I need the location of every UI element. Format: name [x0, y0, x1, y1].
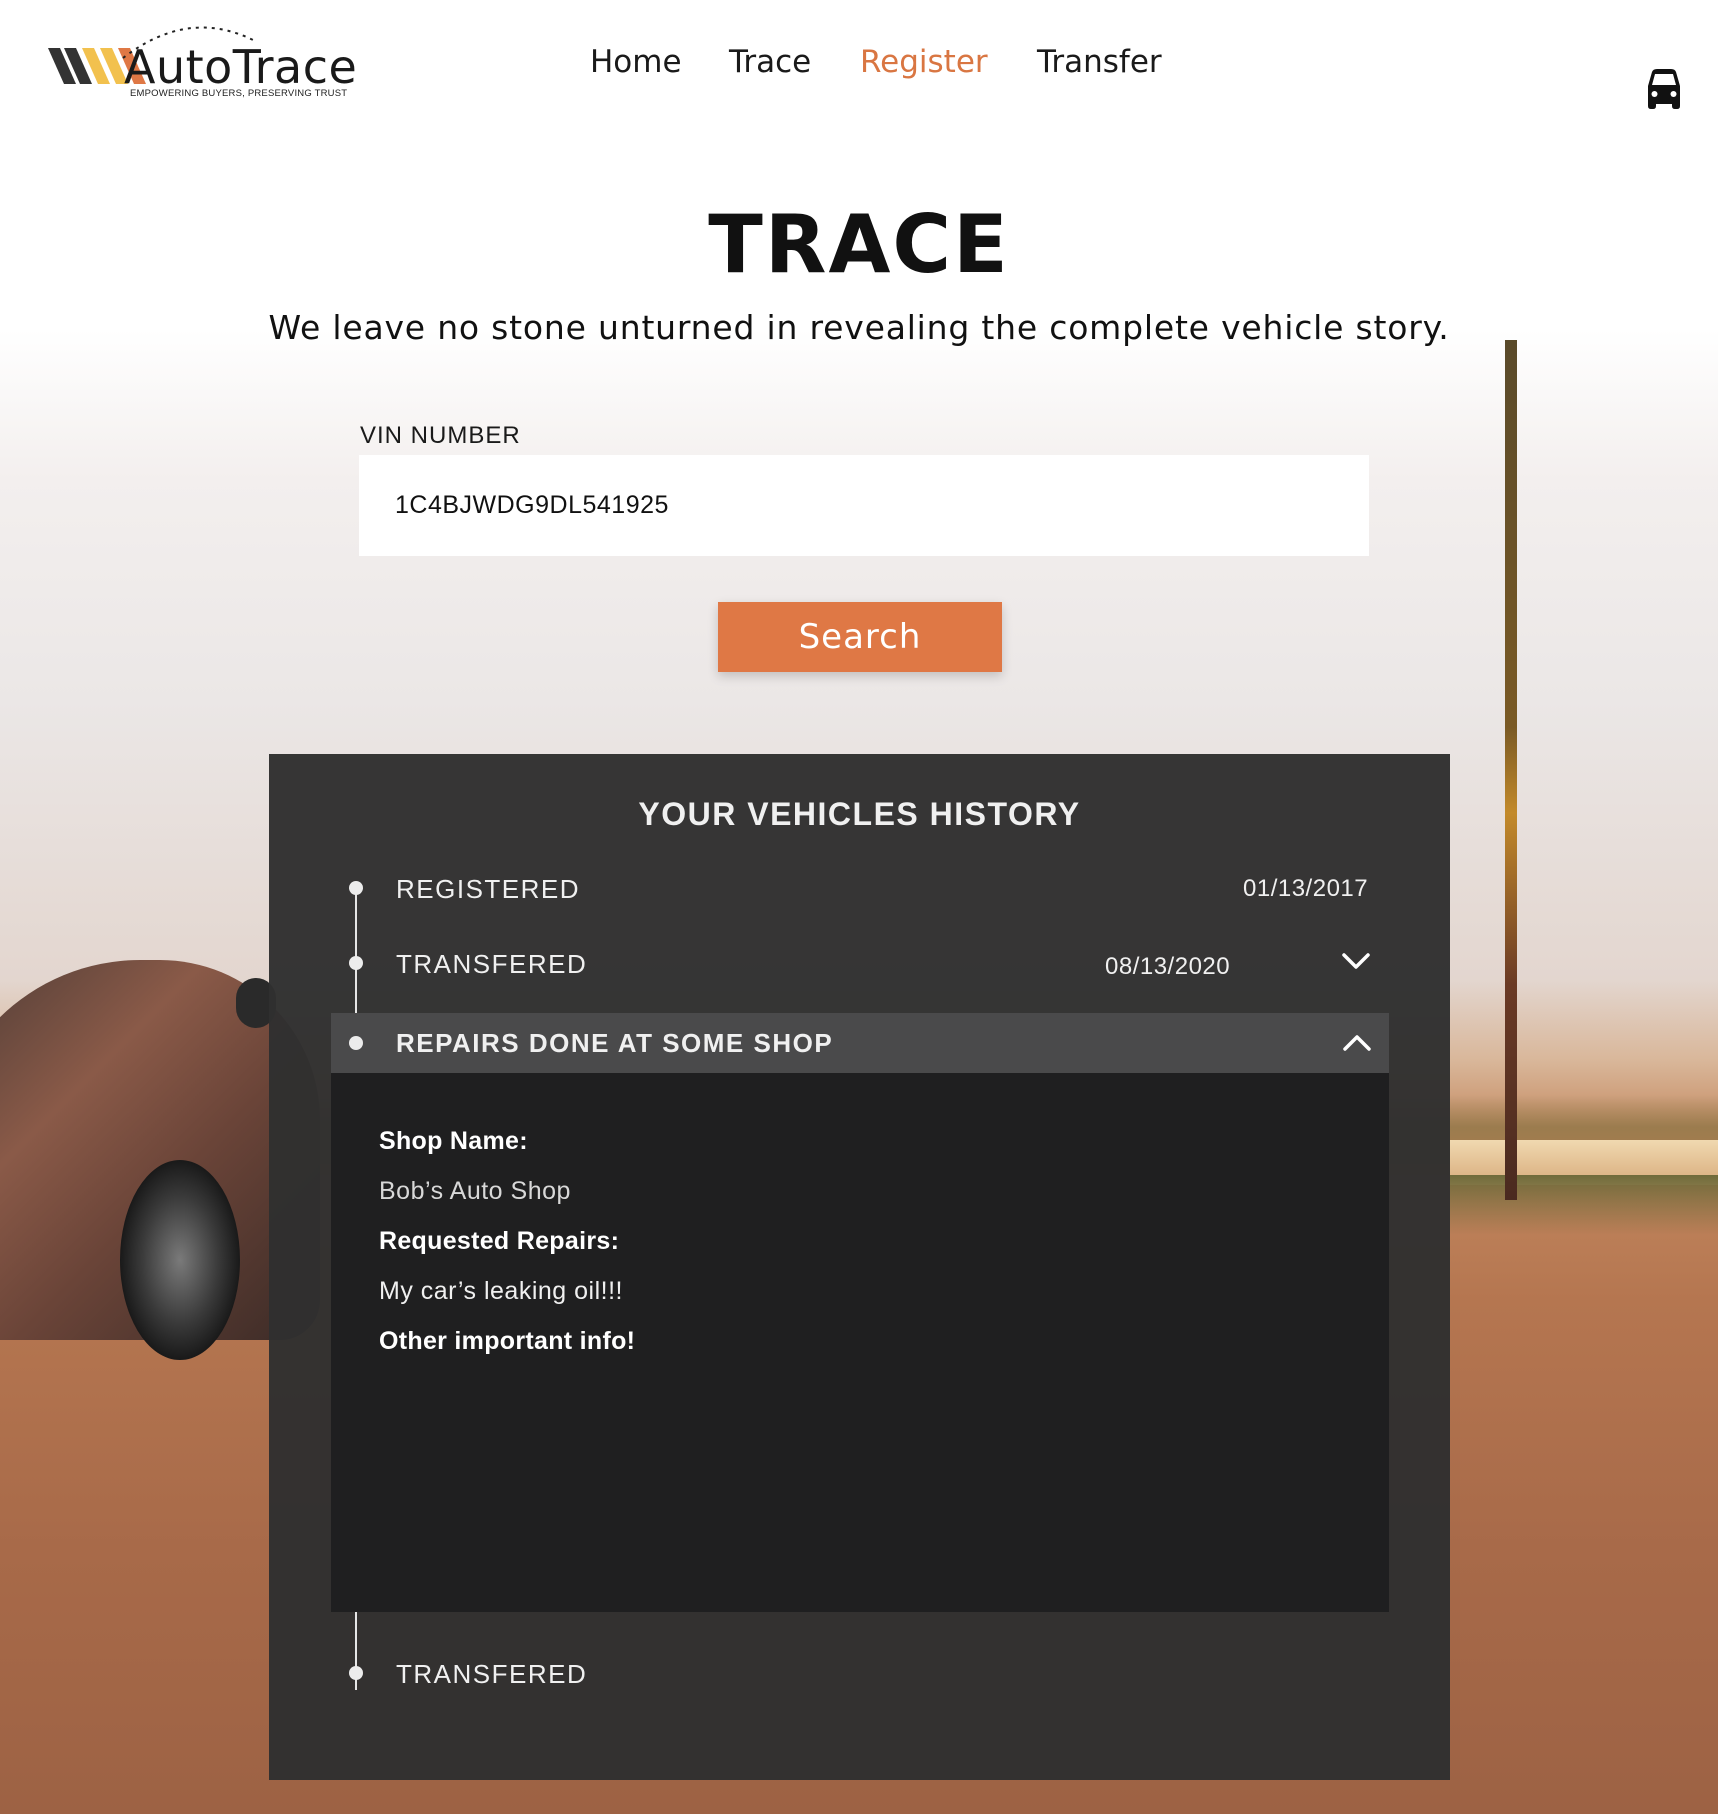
chevron-down-icon[interactable]	[1341, 951, 1371, 971]
event-date-registered: 01/13/2017	[1243, 875, 1369, 902]
background-utility-pole	[1505, 340, 1517, 1200]
vin-input[interactable]	[359, 455, 1369, 556]
chevron-up-icon[interactable]	[1342, 1033, 1372, 1053]
history-title: YOUR VEHICLES HISTORY	[638, 796, 1081, 832]
background-grass	[1450, 1175, 1718, 1235]
nav-trace[interactable]: Trace	[729, 44, 811, 80]
search-button[interactable]: Search	[718, 602, 1002, 672]
timeline-dot	[349, 1036, 363, 1050]
timeline-dot	[349, 1666, 363, 1680]
event-label-registered: REGISTERED	[396, 874, 581, 904]
page-title: TRACE	[708, 198, 1010, 291]
page-tagline: We leave no stone unturned in revealing …	[268, 308, 1450, 347]
timeline-dot	[349, 881, 363, 895]
background-car-wheel	[120, 1160, 240, 1360]
nav-home[interactable]: Home	[590, 44, 682, 80]
event-details-repairs: Shop Name: Bob’s Auto Shop Requested Rep…	[331, 1073, 1389, 1612]
vin-label: VIN NUMBER	[360, 422, 521, 449]
main-nav: Home Trace Register Transfer	[0, 44, 1718, 84]
other-info-label: Other important info!	[379, 1327, 636, 1355]
event-date-transfered: 08/13/2020	[1105, 953, 1231, 980]
timeline-dot	[349, 956, 363, 970]
event-label-repairs: REPAIRS DONE AT SOME SHOP	[396, 1028, 834, 1058]
vehicle-history-panel: YOUR VEHICLES HISTORY REGISTERED 01/13/2…	[269, 754, 1450, 1780]
brand-tagline: EMPOWERING BUYERS, PRESERVING TRUST	[130, 88, 348, 99]
car-icon[interactable]	[1647, 68, 1681, 110]
requested-repairs-value: My car’s leaking oil!!!	[379, 1277, 623, 1305]
shop-name-label: Shop Name:	[379, 1127, 528, 1155]
nav-transfer[interactable]: Transfer	[1037, 44, 1162, 80]
requested-repairs-label: Requested Repairs:	[379, 1227, 620, 1255]
event-header-repairs[interactable]: REPAIRS DONE AT SOME SHOP	[331, 1013, 1389, 1073]
event-label-transfered[interactable]: TRANSFERED	[396, 949, 587, 980]
nav-register[interactable]: Register	[860, 44, 988, 80]
shop-name-value: Bob’s Auto Shop	[379, 1177, 571, 1205]
event-label-transfered-2: TRANSFERED	[396, 1659, 588, 1689]
timeline-line	[355, 888, 357, 1014]
